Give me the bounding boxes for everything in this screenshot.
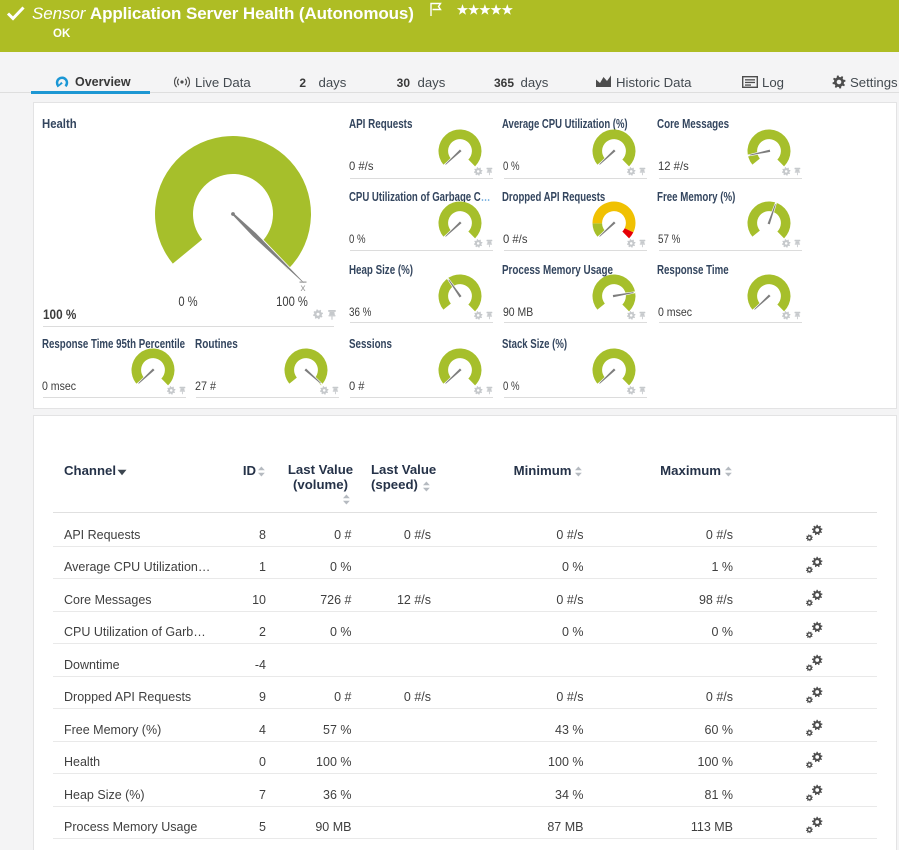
- svg-text:x: x: [301, 283, 306, 294]
